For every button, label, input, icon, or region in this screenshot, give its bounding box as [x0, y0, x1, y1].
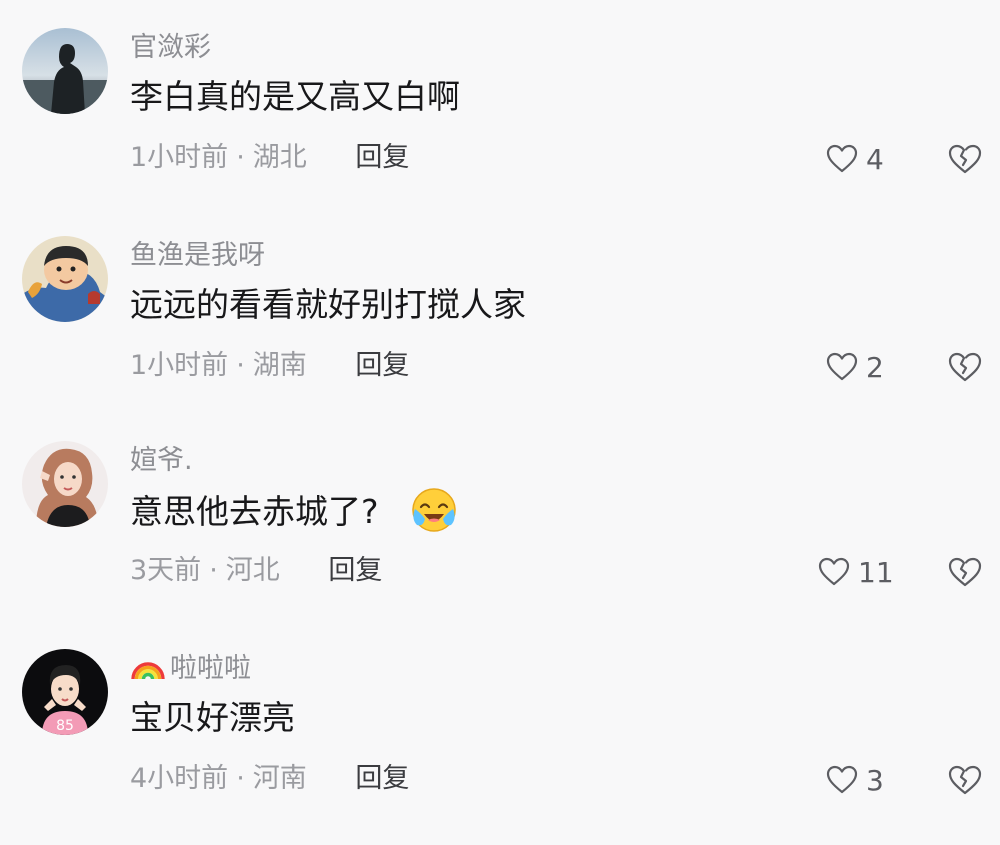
location: 河南 [252, 763, 307, 794]
broken-heart-icon [948, 144, 982, 174]
comment-text: 意思他去赤城了? [130, 487, 457, 535]
like-count: 2 [866, 350, 884, 384]
like-count: 4 [866, 142, 884, 176]
broken-heart-icon [948, 557, 982, 587]
username-text: 啦啦啦 [170, 653, 251, 684]
crying-laughing-emoji-icon [412, 488, 456, 532]
comment-meta: 1小时前 · 湖南 回复 [130, 346, 409, 386]
heart-icon [826, 765, 858, 794]
heart-icon [818, 557, 850, 586]
location: 湖北 [252, 142, 307, 173]
dislike-button[interactable] [948, 556, 982, 588]
reply-button[interactable]: 回复 [328, 551, 382, 591]
dislike-button[interactable] [948, 764, 982, 796]
username[interactable]: 媗爷. [130, 443, 193, 479]
reply-button[interactable]: 回复 [355, 138, 409, 178]
avatar[interactable] [22, 441, 108, 527]
comment-text: 李白真的是又高又白啊 [130, 77, 460, 116]
comment-item: 鱼渔是我呀 远远的看看就好别打搅人家 1小时前 · 湖南 回复 2 [0, 232, 1000, 432]
username[interactable]: 官潋彩 [130, 30, 211, 66]
timestamp: 1小时前 [130, 142, 229, 173]
comment-text: 宝贝好漂亮 [130, 698, 295, 737]
broken-heart-icon [948, 352, 982, 382]
comment-item: 媗爷. 意思他去赤城了? 3天前 · 河北 回复 11 [0, 437, 1000, 637]
reply-button[interactable]: 回复 [355, 759, 409, 799]
reply-button[interactable]: 回复 [355, 346, 409, 386]
username[interactable]: 啦啦啦 [130, 651, 251, 687]
heart-icon [826, 352, 858, 381]
comment-item: 官潋彩 李白真的是又高又白啊 1小时前 · 湖北 回复 4 [0, 24, 1000, 224]
avatar[interactable] [22, 28, 108, 114]
like-count: 3 [866, 763, 884, 797]
like-button[interactable]: 11 [818, 555, 894, 589]
meta-separator: · [236, 763, 245, 794]
broken-heart-icon [948, 765, 982, 795]
like-button[interactable]: 2 [826, 350, 884, 384]
timestamp: 3天前 [130, 555, 202, 586]
timestamp: 4小时前 [130, 763, 229, 794]
comment-meta: 1小时前 · 湖北 回复 [130, 138, 409, 178]
comment-item: 85 啦啦啦 宝贝好漂亮 4小时前 · 河南 回复 3 [0, 645, 1000, 845]
avatar[interactable]: 85 [22, 649, 108, 735]
timestamp: 1小时前 [130, 350, 229, 381]
comment-text: 远远的看看就好别打搅人家 [130, 285, 526, 324]
comment-text-body: 意思他去赤城了? [130, 492, 379, 531]
location: 湖南 [252, 350, 307, 381]
svg-text:85: 85 [56, 718, 74, 734]
location: 河北 [225, 555, 280, 586]
dislike-button[interactable] [948, 143, 982, 175]
comment-meta: 4小时前 · 河南 回复 [130, 759, 409, 799]
rainbow-icon [131, 662, 165, 680]
dislike-button[interactable] [948, 351, 982, 383]
meta-separator: · [209, 555, 218, 586]
like-button[interactable]: 3 [826, 763, 884, 797]
meta-separator: · [236, 142, 245, 173]
heart-icon [826, 144, 858, 173]
avatar[interactable] [22, 236, 108, 322]
meta-separator: · [236, 350, 245, 381]
like-count: 11 [858, 555, 894, 589]
like-button[interactable]: 4 [826, 142, 884, 176]
comment-meta: 3天前 · 河北 回复 [130, 551, 382, 591]
username[interactable]: 鱼渔是我呀 [130, 238, 265, 274]
